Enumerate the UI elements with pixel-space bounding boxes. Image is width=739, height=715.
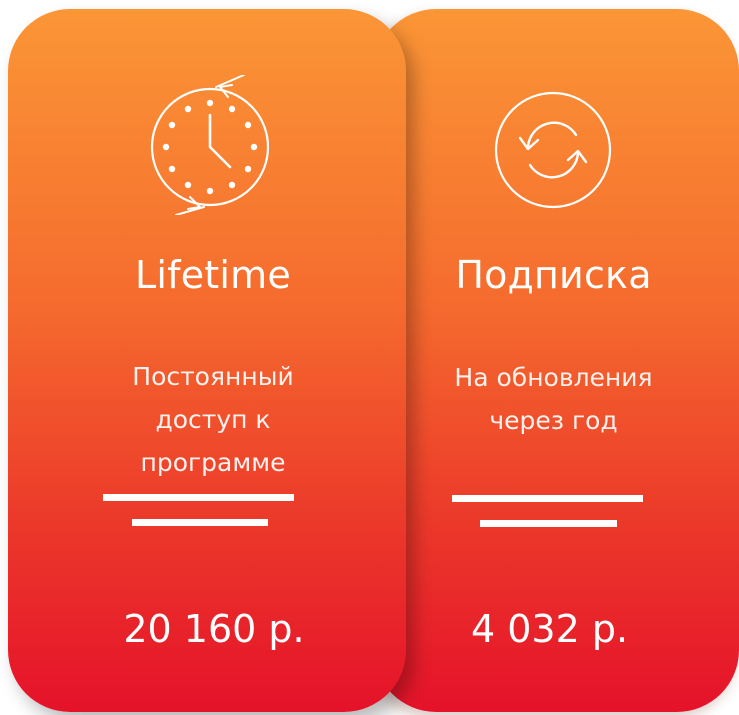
divider-long <box>103 494 294 501</box>
divider-short <box>132 519 268 526</box>
plan-title: Подписка <box>455 253 652 297</box>
plan-description-line: На обновления <box>454 363 653 392</box>
plan-description-line: через год <box>489 406 618 435</box>
plan-price: 20 160 р. <box>123 607 305 651</box>
pricing-stage: Подписка На обновления через год 4 032 р… <box>0 0 739 715</box>
plan-description-line: доступ к <box>155 405 271 434</box>
plan-card-lifetime[interactable]: Lifetime Постоянный доступ к программе 2… <box>8 9 406 712</box>
divider-short <box>480 520 617 527</box>
plan-description: На обновления через год <box>374 356 739 442</box>
divider-long <box>452 495 643 502</box>
plan-description-line: Постоянный <box>132 362 294 391</box>
plan-card-subscription[interactable]: Подписка На обновления через год 4 032 р… <box>374 9 739 712</box>
refresh-icon <box>494 91 611 209</box>
clock-icon <box>150 75 270 215</box>
plan-title: Lifetime <box>135 253 291 297</box>
plan-price: 4 032 р. <box>470 607 629 651</box>
plan-description: Постоянный доступ к программе <box>8 355 406 484</box>
plan-description-line: программе <box>140 448 286 477</box>
